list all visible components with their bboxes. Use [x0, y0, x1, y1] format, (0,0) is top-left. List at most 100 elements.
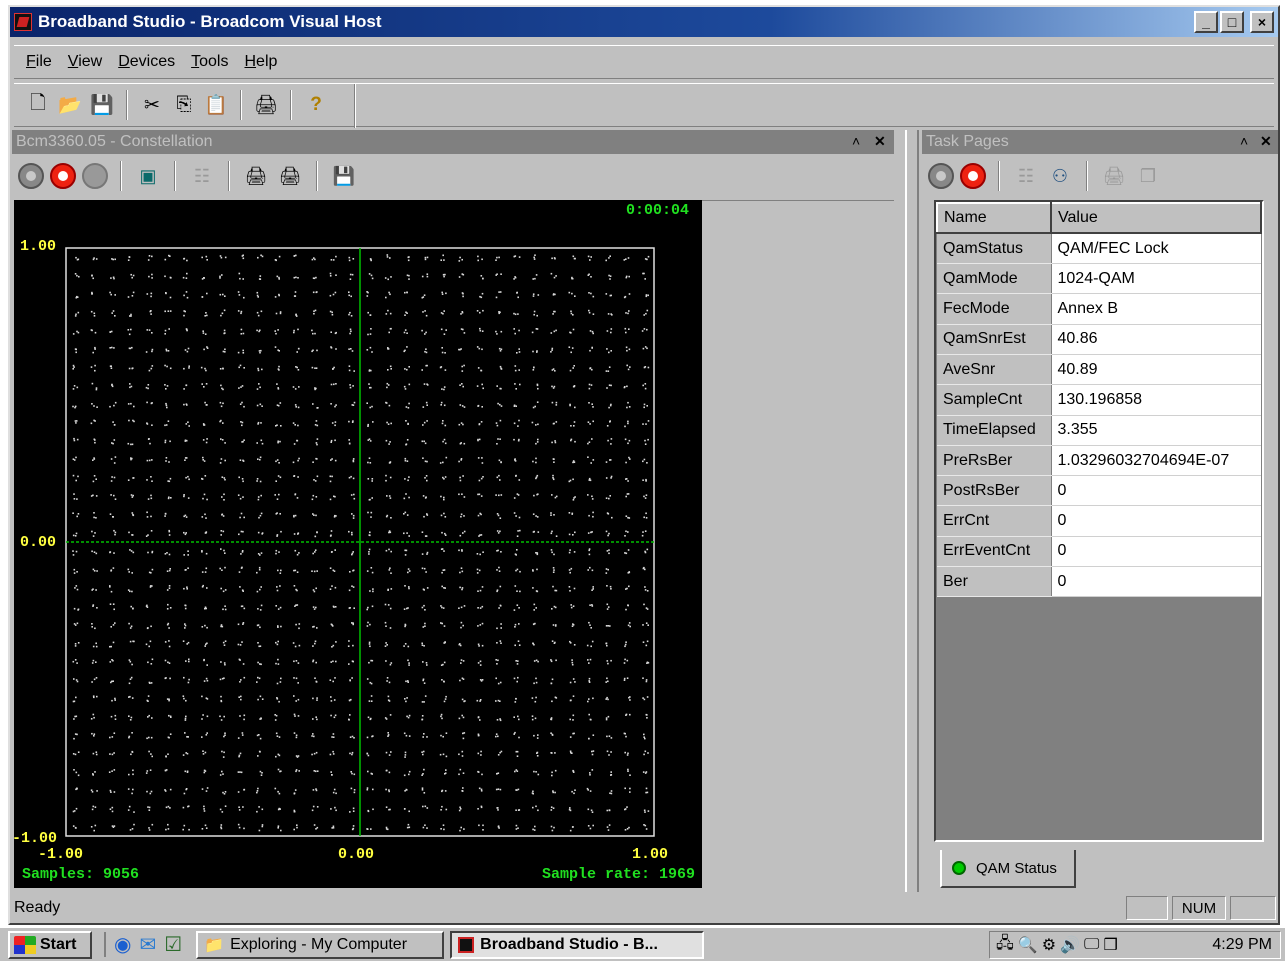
help-icon[interactable]: ?	[302, 91, 330, 119]
constellation-plot[interactable]: 0:00:04 1.00 0.00 -1.00 -1.00 0.00 1.00 …	[12, 200, 702, 888]
row-name: QamMode	[937, 263, 1052, 295]
taskbar-item-broadband-studio[interactable]: Broadband Studio - B...	[450, 930, 705, 959]
table-row[interactable]: ErrCnt 0	[937, 505, 1261, 537]
desktop-icon[interactable]: ☑	[164, 932, 182, 957]
internet-explorer-icon[interactable]: ◉	[114, 932, 131, 957]
constellation-point	[460, 621, 463, 624]
maximize-button[interactable]: □	[1220, 11, 1244, 33]
save-icon[interactable]: 💾	[88, 91, 116, 119]
menu-view[interactable]: View	[62, 51, 108, 73]
constellation-pane-title[interactable]: Bcm3360.05 - Constellation ˄ ✕	[12, 130, 894, 154]
menu-tools[interactable]: Tools	[185, 51, 234, 73]
properties-icon[interactable]: ☷	[188, 162, 216, 190]
constellation-point	[335, 255, 337, 258]
search-icon[interactable]: 🔍	[1018, 935, 1038, 955]
constellation-point	[385, 642, 387, 644]
constellation-point	[128, 659, 131, 661]
menu-file[interactable]: File	[20, 51, 58, 73]
table-row[interactable]: FecMode Annex B	[937, 293, 1261, 325]
constellation-point	[93, 405, 95, 407]
constellation-point	[441, 291, 443, 294]
print-preview-icon[interactable]: 🖨	[276, 162, 304, 190]
constellation-point	[205, 255, 208, 258]
pin-icon[interactable]: ˄	[852, 133, 860, 149]
constellation-point	[148, 750, 150, 753]
outlook-icon[interactable]: ✉	[139, 932, 156, 957]
monitor-icon[interactable]: 🖵	[1084, 936, 1099, 954]
table-row[interactable]: AveSnr 40.89	[937, 354, 1261, 386]
table-row[interactable]: PreRsBer 1.03296032704694E-07	[937, 445, 1261, 477]
row-name: QamSnrEst	[937, 324, 1052, 355]
table-row[interactable]: Ber 0	[937, 566, 1261, 598]
table-row[interactable]: ErrEventCnt 0	[937, 536, 1261, 568]
refresh-icon[interactable]: ☷	[1012, 162, 1040, 190]
title-bar[interactable]: Broadband Studio - Broadcom Visual Host …	[10, 7, 1278, 37]
table-row[interactable]: TimeElapsed 3.355	[937, 415, 1261, 446]
constellation-point	[443, 587, 445, 589]
tab-qam-status[interactable]: QAM Status	[940, 850, 1076, 888]
constellation-point	[426, 420, 428, 422]
display-icon[interactable]: ▣	[134, 162, 162, 190]
constellation-point	[243, 676, 246, 679]
constellation-point	[533, 310, 536, 313]
constellation-point	[258, 645, 260, 648]
table-row[interactable]: QamMode 1024-QAM	[937, 263, 1261, 295]
constellation-point	[610, 771, 612, 773]
save-icon[interactable]: 💾	[330, 162, 358, 190]
table-row[interactable]: SampleCnt 130.196858	[937, 384, 1261, 416]
row-value: 0	[1051, 505, 1261, 537]
tray-app-icon[interactable]: ⚙	[1042, 935, 1056, 955]
quick-launch: ◉ ✉ ☑	[104, 932, 182, 957]
export-icon[interactable]: ❐	[1134, 162, 1162, 190]
constellation-point	[460, 515, 462, 518]
constellation-point	[353, 791, 356, 794]
menu-help[interactable]: Help	[238, 51, 283, 73]
constellation-point	[315, 681, 318, 683]
constellation-point	[279, 402, 282, 404]
print-icon[interactable]: 🖨	[242, 162, 270, 190]
print-icon[interactable]: 🖨	[1100, 162, 1128, 190]
stop-icon[interactable]	[82, 163, 108, 189]
minimize-button[interactable]: _	[1194, 11, 1218, 33]
table-row[interactable]: PostRsBer 0	[937, 475, 1261, 507]
pane-splitter[interactable]	[905, 130, 919, 892]
taskbar-item-explorer[interactable]: 📁 Exploring - My Computer	[196, 930, 445, 959]
start-button[interactable]: Start	[8, 930, 92, 959]
copy-icon[interactable]: ⎘	[170, 91, 198, 119]
constellation-point	[406, 368, 408, 371]
value-column-header[interactable]: Value	[1050, 201, 1262, 235]
volume-icon[interactable]: 🔊	[1060, 935, 1080, 955]
new-icon[interactable]: 🗋	[24, 91, 52, 119]
constellation-point	[587, 825, 590, 827]
print-icon[interactable]: 🖨	[252, 91, 280, 119]
constellation-point	[131, 828, 134, 830]
open-icon[interactable]: 📂	[56, 91, 84, 119]
close-button[interactable]: ×	[1250, 11, 1274, 33]
network-icon[interactable]: 🖧	[996, 932, 1014, 959]
constellation-point	[187, 421, 189, 423]
compare-icon[interactable]: ⚇	[1046, 162, 1074, 190]
constellation-point	[499, 530, 501, 533]
table-row[interactable]: QamSnrEst 40.86	[937, 324, 1261, 355]
task-pages-title[interactable]: Task Pages ˄ ✕	[922, 130, 1278, 154]
menu-devices[interactable]: Devices	[112, 51, 181, 73]
row-value: 40.89	[1051, 354, 1261, 386]
scanner-icon[interactable]: ❒	[1103, 935, 1117, 955]
table-row[interactable]: QamStatus QAM/FEC Lock	[937, 233, 1261, 265]
pane-close-icon[interactable]: ✕	[874, 133, 886, 150]
name-column-header[interactable]: Name	[936, 201, 1052, 235]
record-icon[interactable]	[50, 163, 76, 189]
constellation-point	[555, 404, 558, 406]
pane-close-icon[interactable]: ✕	[1260, 133, 1272, 150]
run-icon[interactable]	[18, 163, 44, 189]
run-icon[interactable]	[928, 163, 954, 189]
constellation-point	[352, 644, 354, 647]
record-icon[interactable]	[960, 163, 986, 189]
constellation-point	[629, 699, 631, 701]
constellation-point	[72, 368, 74, 370]
constellation-point	[76, 295, 78, 298]
constellation-point	[110, 590, 113, 593]
cut-icon[interactable]: ✂	[138, 91, 166, 119]
paste-icon[interactable]: 📋	[202, 91, 230, 119]
pin-icon[interactable]: ˄	[1240, 133, 1248, 149]
